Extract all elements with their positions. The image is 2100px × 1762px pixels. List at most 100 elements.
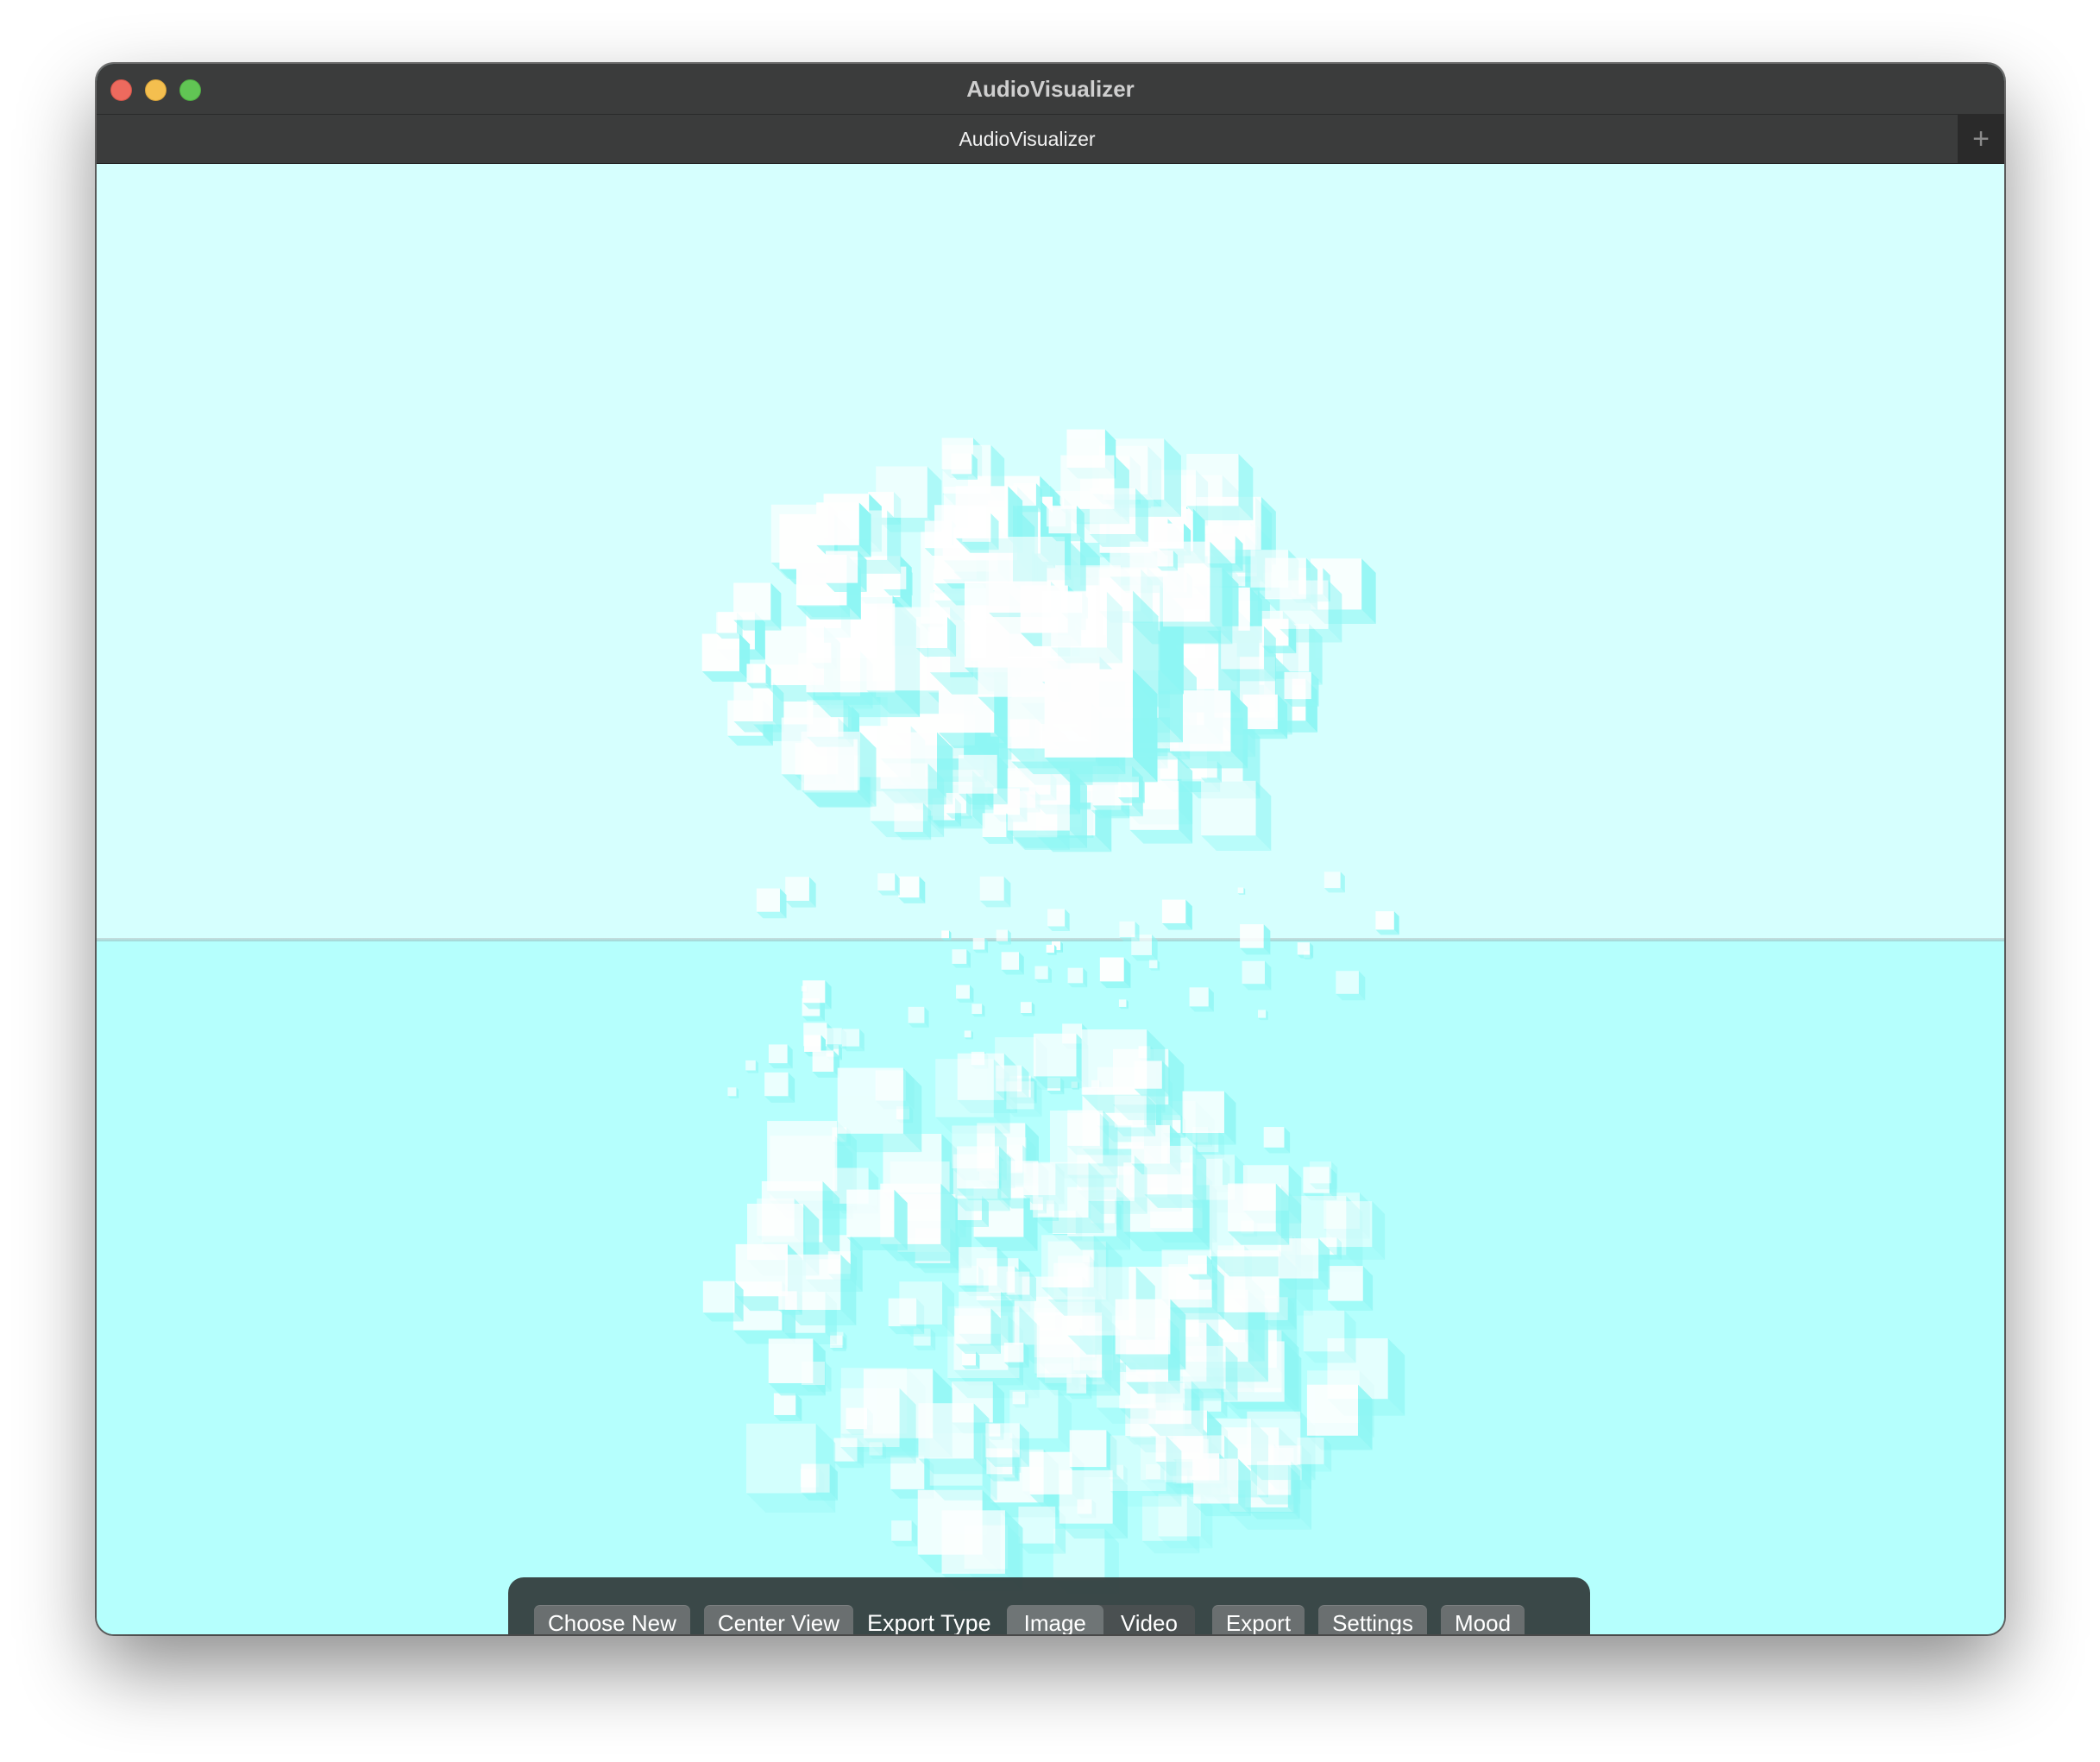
visualizer-cube <box>1003 1343 1029 1368</box>
visualizer-cube <box>972 937 989 953</box>
visualizer-cube <box>745 1423 836 1513</box>
visualizer-cube <box>1006 1081 1042 1117</box>
visualizer-cube <box>1336 971 1366 1001</box>
visualizer-cube <box>1018 1506 1066 1554</box>
visualizer-cube <box>1001 952 1024 975</box>
visualizer-cube <box>1066 1373 1092 1400</box>
visualizer-cube <box>1187 1255 1212 1280</box>
visualizer-cube <box>1237 887 1246 896</box>
visualizer-cube <box>1147 1381 1204 1437</box>
title-bar[interactable]: AudioVisualizer <box>97 64 2004 114</box>
visualizer-cube <box>958 754 1009 805</box>
export-type-segmented-control[interactable]: Image Video <box>1006 1605 1195 1635</box>
visualizer-cube <box>1034 966 1052 984</box>
new-tab-button[interactable]: + <box>1958 115 2004 163</box>
visualizer-cube <box>1099 957 1131 989</box>
export-type-image-option[interactable]: Image <box>1006 1605 1103 1634</box>
settings-button[interactable]: Settings <box>1318 1605 1428 1634</box>
visualizer-cube <box>1189 987 1214 1012</box>
visualizer-cube <box>1115 1299 1186 1370</box>
export-type-video-option[interactable]: Video <box>1103 1605 1195 1635</box>
visualizer-cube <box>1088 1155 1147 1214</box>
visualizer-cube <box>1044 669 1158 783</box>
visualizer-cube <box>841 1029 865 1052</box>
visualizer-cube <box>1006 1271 1036 1302</box>
visualizer-cube <box>1134 1060 1170 1097</box>
visualizer-cube <box>801 1362 832 1392</box>
visualizer-cube <box>1046 944 1057 955</box>
visualizer-cube <box>746 664 771 689</box>
visualizer-cube <box>996 929 1011 945</box>
choose-new-button[interactable]: Choose New <box>534 1605 690 1634</box>
visualizer-cube <box>1047 909 1070 932</box>
visualizer-cube <box>1263 1127 1291 1154</box>
visualizer-cube <box>816 502 871 557</box>
visualizer-cube <box>1119 921 1140 941</box>
visualizer-cube <box>733 582 782 631</box>
export-button[interactable]: Export <box>1211 1605 1305 1634</box>
visualizer-cube <box>1069 1430 1117 1478</box>
visualizer-cube <box>812 1050 840 1078</box>
visualizer-cube <box>1278 1238 1330 1290</box>
visualizer-cube <box>1265 1297 1295 1327</box>
control-toolbar: Choose New Center View Export Type Image… <box>508 1577 1590 1634</box>
visualizer-cube <box>702 1281 744 1322</box>
visualizer-cube <box>826 551 867 592</box>
visualizer-cube <box>941 930 952 941</box>
visualizer-cube <box>918 1403 990 1475</box>
visualizer-cube <box>727 1087 739 1099</box>
visualizer-cube <box>1161 899 1192 930</box>
visualizer-cube <box>899 1281 954 1337</box>
window-title: AudioVisualizer <box>966 76 1135 102</box>
center-view-button[interactable]: Center View <box>703 1605 854 1634</box>
visualizer-cube <box>837 1067 922 1153</box>
visualizer-cube <box>1297 1437 1332 1472</box>
visualizer-cube <box>962 513 999 551</box>
visualizer-cube <box>1186 453 1254 521</box>
visualizer-cube <box>1297 942 1314 959</box>
visualizer-cube <box>1326 1201 1386 1260</box>
plus-icon: + <box>1972 122 1990 155</box>
visualizer-cube <box>1324 872 1345 893</box>
visualizer-cube <box>877 873 900 896</box>
visualizer-cube <box>745 1060 759 1073</box>
visualizer-cube <box>1148 960 1160 971</box>
visualizer-cube <box>1284 671 1319 707</box>
visualizer-cube <box>830 1335 846 1352</box>
visualizer-cube <box>773 1393 802 1422</box>
visualizer-cube <box>846 1189 908 1251</box>
visualizer-cube <box>801 731 877 807</box>
tab-audiovisualizer[interactable]: AudioVisualizer <box>97 115 1958 163</box>
visualizer-cube <box>964 1030 973 1040</box>
visualizer-cube <box>1303 1310 1356 1363</box>
tab-bar: AudioVisualizer + <box>97 114 2004 165</box>
visualizer-cube <box>957 1146 1011 1201</box>
export-type-label: Export Type <box>867 1609 991 1635</box>
visualizer-canvas[interactable]: Choose New Center View Export Type Image… <box>97 164 2004 1634</box>
visualizer-cube <box>898 876 926 903</box>
visualizer-cube <box>701 633 751 682</box>
cube-cluster-scene <box>701 429 1405 1595</box>
visualizer-cube <box>1182 1091 1236 1145</box>
visualizer-cube <box>952 949 971 968</box>
mood-button[interactable]: Mood <box>1441 1605 1525 1634</box>
visualizer-cube <box>1201 780 1272 851</box>
visualizer-cube <box>956 985 974 1003</box>
visualizer-cube <box>1328 1266 1374 1311</box>
visualizer-cube <box>756 888 787 919</box>
visualizer-cube <box>1242 960 1272 991</box>
visualizer-cube <box>1089 488 1148 547</box>
visualizer-cube <box>869 1442 887 1459</box>
visualizer-cube <box>1144 1145 1207 1208</box>
visualizer-cube <box>1309 1161 1338 1190</box>
visualizer-cube <box>979 876 1011 908</box>
visualizer-cube <box>1020 1002 1035 1016</box>
visualizer-cube <box>1193 1458 1251 1517</box>
visualizer-cube <box>908 1006 929 1028</box>
visualizer-cube <box>785 1254 857 1326</box>
visualizer-cube <box>915 616 957 658</box>
visualizer-cube <box>764 1072 795 1103</box>
visualizer-cube <box>1033 1033 1089 1089</box>
visualizer-cube <box>971 1004 985 1017</box>
visualizer-cube <box>894 802 932 840</box>
